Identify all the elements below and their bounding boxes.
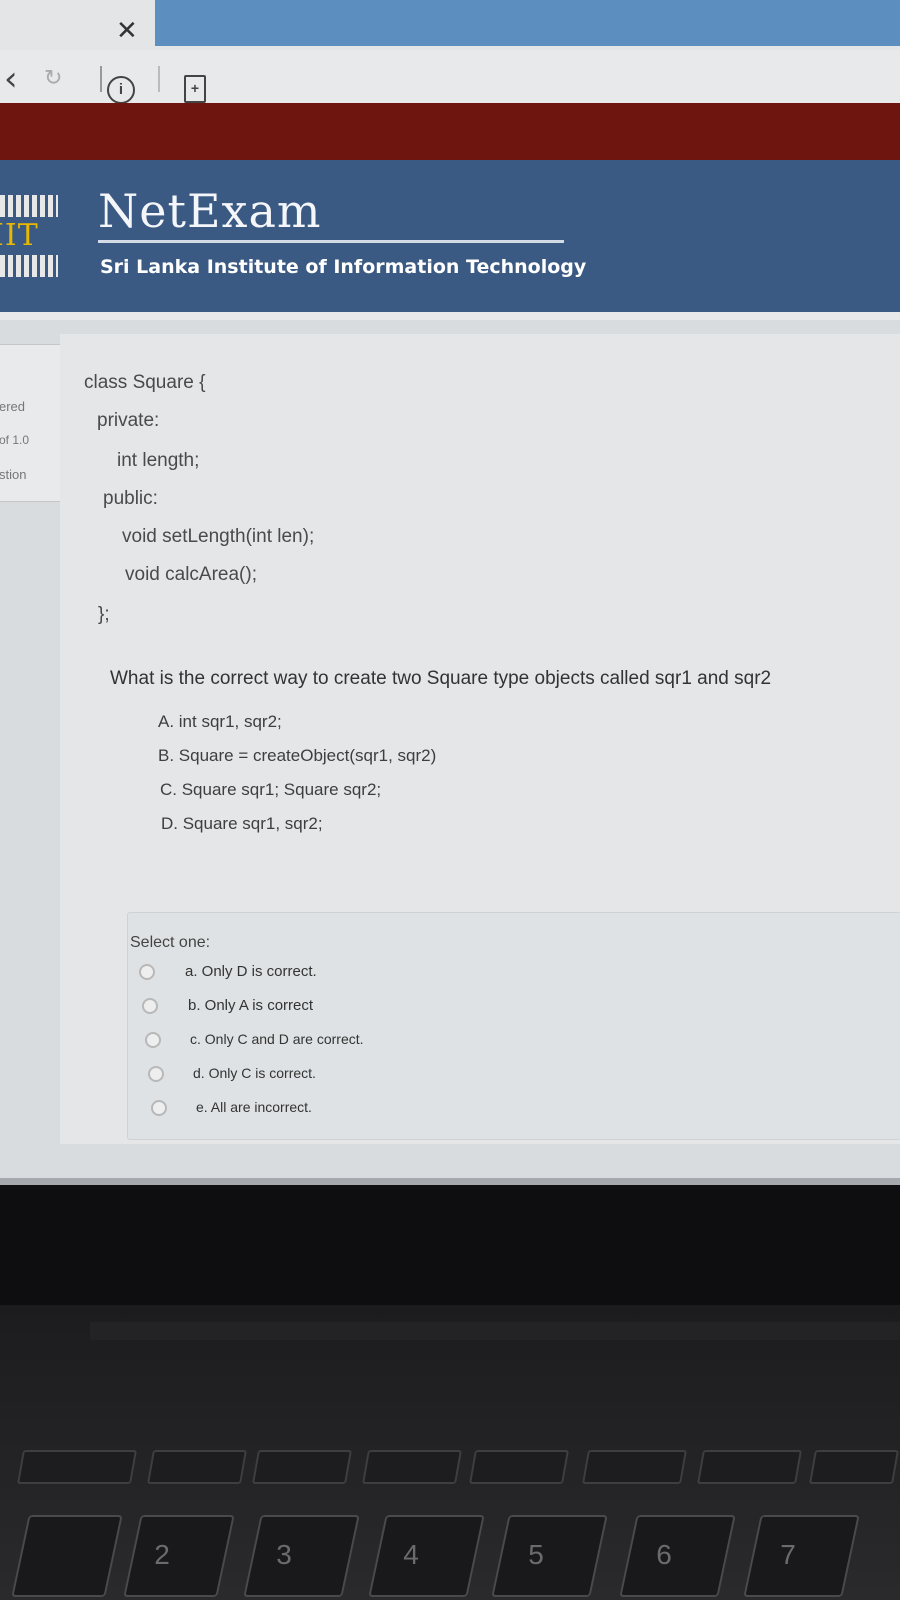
question-option: B. Square = createObject(sqr1, sqr2) — [158, 746, 437, 765]
brand-top-bar — [0, 103, 900, 160]
toolbar-divider — [158, 66, 160, 92]
logo-pattern — [0, 195, 58, 217]
toolbar-divider — [100, 66, 102, 92]
code-line: private: — [97, 410, 160, 431]
question-info-box: ered of 1.0 stion — [0, 344, 64, 502]
site-info-icon[interactable]: i — [107, 76, 135, 104]
logo-text: IIT — [0, 218, 39, 253]
answer-radio-c[interactable] — [145, 1032, 161, 1048]
brand-title: NetExam — [98, 184, 322, 238]
key-label: 7 — [780, 1539, 796, 1570]
function-key[interactable] — [252, 1450, 352, 1484]
brand-underline — [98, 240, 564, 243]
header-divider — [0, 312, 900, 320]
key-label: 2 — [154, 1539, 170, 1570]
answer-label-b[interactable]: b. Only A is correct — [188, 997, 313, 1014]
question-text: What is the correct way to create two Sq… — [110, 668, 772, 689]
reload-icon[interactable]: ↻ — [44, 68, 62, 90]
key-label: 5 — [528, 1539, 544, 1570]
key-2[interactable]: 2 — [123, 1515, 235, 1597]
screen-bottom-edge — [0, 1178, 900, 1185]
institute-name: Sri Lanka Institute of Information Techn… — [100, 256, 587, 278]
key-4[interactable]: 4 — [368, 1515, 485, 1597]
select-one-label: Select one: — [130, 934, 211, 951]
code-line: }; — [98, 604, 110, 625]
question-option: D. Square sqr1, sqr2; — [161, 814, 323, 833]
answer-radio-e[interactable] — [151, 1100, 167, 1116]
laptop-bezel — [0, 1185, 900, 1305]
function-key[interactable] — [147, 1450, 247, 1484]
key-5[interactable]: 5 — [491, 1515, 608, 1597]
answer-label-a[interactable]: a. Only D is correct. — [185, 963, 317, 980]
function-key[interactable] — [469, 1450, 569, 1484]
question-option: A. int sqr1, sqr2; — [158, 712, 282, 731]
function-key[interactable] — [697, 1450, 802, 1484]
code-line: void calcArea(); — [125, 564, 257, 585]
active-tab-bar[interactable] — [155, 0, 900, 46]
answer-radio-a[interactable] — [139, 964, 155, 980]
question-option: C. Square sqr1; Square sqr2; — [160, 780, 382, 799]
key-3[interactable]: 3 — [243, 1515, 360, 1597]
logo-pattern — [0, 255, 58, 277]
key-1[interactable] — [11, 1515, 123, 1597]
key-label: 3 — [276, 1539, 292, 1570]
answer-radio-d[interactable] — [148, 1066, 164, 1082]
answer-label-d[interactable]: d. Only C is correct. — [193, 1065, 316, 1081]
close-tab-icon[interactable]: ✕ — [116, 18, 138, 44]
code-line: class Square { — [84, 372, 206, 393]
navigation-bar — [0, 50, 900, 105]
code-line: void setLength(int len); — [122, 526, 315, 547]
function-key[interactable] — [362, 1450, 462, 1484]
flag-question-label[interactable]: stion — [0, 467, 26, 482]
sliit-logo: IIT — [0, 195, 58, 279]
site-header: IIT NetExam Sri Lanka Institute of Infor… — [0, 160, 900, 312]
function-key[interactable] — [809, 1450, 899, 1484]
key-7[interactable]: 7 — [743, 1515, 860, 1597]
key-6[interactable]: 6 — [619, 1515, 736, 1597]
key-label: 4 — [403, 1539, 419, 1570]
key-label: 6 — [656, 1539, 672, 1570]
laptop-hinge — [90, 1322, 900, 1340]
function-key[interactable] — [17, 1450, 137, 1484]
function-key[interactable] — [582, 1450, 687, 1484]
page-icon[interactable]: + — [184, 75, 206, 103]
marks-info: of 1.0 — [0, 433, 30, 447]
code-line: public: — [103, 488, 158, 509]
answer-label-c[interactable]: c. Only C and D are correct. — [190, 1031, 364, 1047]
answer-radio-b[interactable] — [142, 998, 158, 1014]
answered-status: ered — [0, 399, 26, 414]
browser-screen: ✕ ‹ ↻ i + IIT NetExam Sri Lanka Institut… — [0, 0, 900, 1185]
code-line: int length; — [117, 450, 200, 471]
answer-label-e[interactable]: e. All are incorrect. — [196, 1099, 312, 1115]
back-icon[interactable]: ‹ — [4, 62, 18, 96]
